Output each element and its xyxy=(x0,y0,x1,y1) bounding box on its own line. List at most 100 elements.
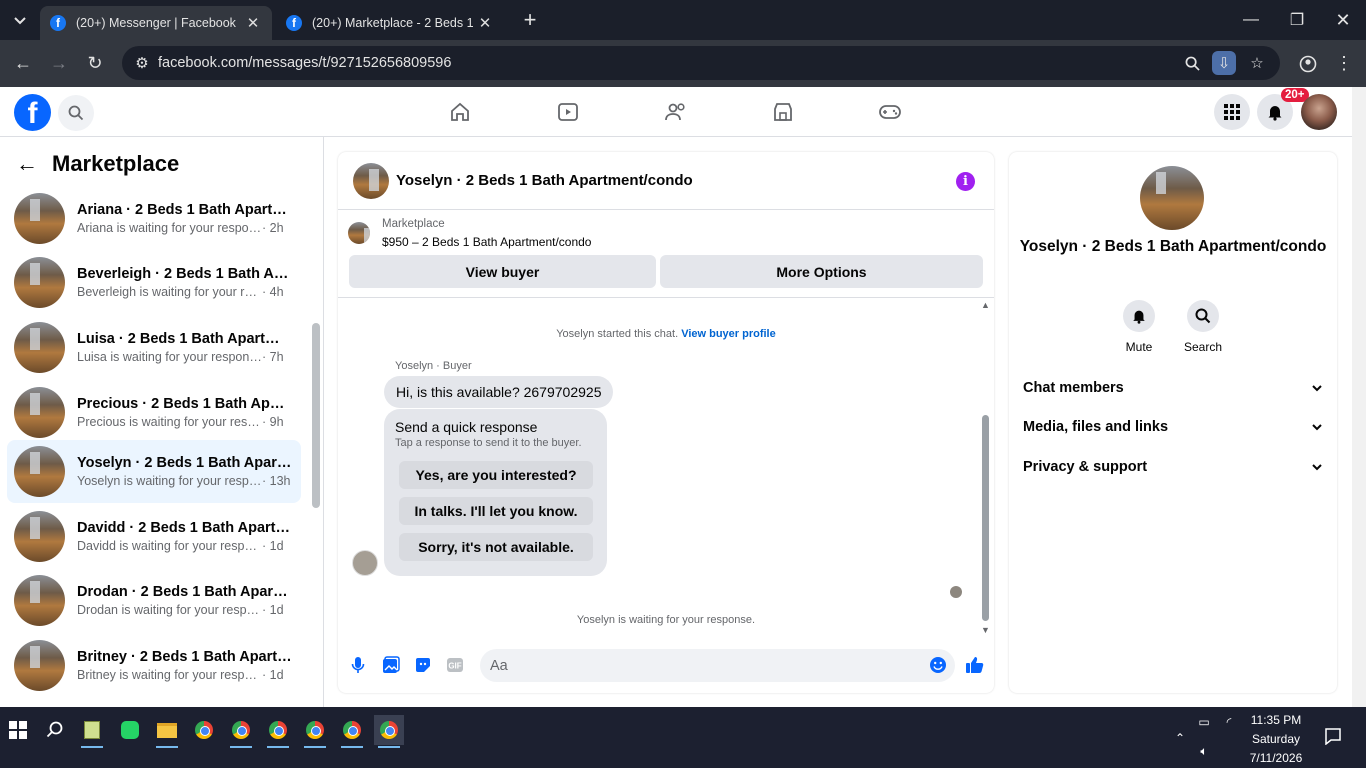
chrome-icon[interactable] xyxy=(263,715,293,748)
quick-response-option[interactable]: Yes, are you interested? xyxy=(399,461,593,489)
gaming-icon[interactable] xyxy=(877,99,903,125)
message-bubble[interactable]: Hi, is this available? 2679702925 xyxy=(384,376,614,408)
sticker-icon[interactable] xyxy=(412,654,434,676)
account-avatar[interactable] xyxy=(1301,94,1337,130)
details-avatar[interactable] xyxy=(1140,166,1204,230)
video-icon[interactable] xyxy=(555,99,581,125)
conversation-item[interactable]: Luisa · 2 Beds 1 Bath Apartment/condo Lu… xyxy=(7,316,301,379)
site-settings-icon[interactable]: ⚙ xyxy=(130,51,154,75)
photo-icon[interactable] xyxy=(380,654,402,676)
clock-day: Saturday xyxy=(1251,732,1301,746)
profile-icon[interactable] xyxy=(1290,40,1326,87)
facebook-logo[interactable]: f xyxy=(14,94,51,131)
close-window-button[interactable]: ✕ xyxy=(1320,0,1366,40)
whatsapp-app-icon[interactable] xyxy=(115,715,145,745)
conversation-item[interactable]: Drodan · 2 Beds 1 Bath Apartment/condo D… xyxy=(7,569,301,632)
grid-icon xyxy=(1224,104,1240,120)
volume-icon[interactable]: 🔈︎ xyxy=(1189,736,1219,766)
tab-search-button[interactable] xyxy=(0,0,40,40)
close-tab-icon[interactable]: ✕ xyxy=(244,14,262,32)
notepad-app-icon[interactable] xyxy=(77,715,107,748)
section-privacy-support[interactable]: Privacy & support xyxy=(1023,459,1323,475)
clock[interactable]: 11:35 PM Saturday 7/11/2026 xyxy=(1240,711,1312,768)
search-icon xyxy=(46,721,63,738)
conversation-item[interactable]: Ariana · 2 Beds 1 Bath Apartment/condo A… xyxy=(7,187,301,250)
chat-started-text: Yoselyn started this chat. xyxy=(556,328,679,340)
search-action[interactable]: Search xyxy=(1173,300,1233,354)
section-media-files-links[interactable]: Media, files and links xyxy=(1023,419,1323,435)
thumbs-up-icon[interactable] xyxy=(964,654,986,676)
chrome-icon[interactable] xyxy=(337,715,367,748)
mute-action[interactable]: Mute xyxy=(1109,300,1169,354)
minimize-button[interactable]: — xyxy=(1228,0,1274,40)
quick-response-card: Send a quick response Tap a response to … xyxy=(384,409,607,576)
clock-date: 7/11/2026 xyxy=(1249,751,1303,765)
sender-avatar[interactable] xyxy=(352,550,378,576)
file-explorer-icon[interactable] xyxy=(152,715,182,748)
listing-thumbnail xyxy=(14,446,65,497)
section-chat-members[interactable]: Chat members xyxy=(1023,380,1323,396)
chrome-icon-active[interactable] xyxy=(374,715,404,748)
facebook-search-button[interactable] xyxy=(58,95,94,131)
back-arrow-icon[interactable]: ← xyxy=(16,151,38,177)
url-text[interactable]: facebook.com/messages/t/927152656809596 xyxy=(158,55,451,71)
tab-messenger[interactable]: f (20+) Messenger | Facebook ✕ xyxy=(40,6,272,40)
install-app-icon[interactable]: ⇩ xyxy=(1212,51,1236,75)
zoom-icon[interactable] xyxy=(1180,51,1204,75)
listing-thumbnail xyxy=(14,193,65,244)
marketplace-header: ← Marketplace xyxy=(16,151,179,177)
conversation-time: · 9h xyxy=(262,415,284,429)
start-button[interactable] xyxy=(3,715,33,745)
home-icon[interactable] xyxy=(447,99,473,125)
view-buyer-button[interactable]: View buyer xyxy=(349,255,656,288)
marketplace-icon[interactable] xyxy=(770,99,796,125)
listing-info[interactable]: Marketplace $950 – 2 Beds 1 Bath Apartme… xyxy=(348,218,591,249)
page-scrollbar[interactable] xyxy=(1352,87,1366,707)
gif-icon[interactable]: GIF xyxy=(444,654,466,676)
seen-indicator-avatar xyxy=(950,586,962,598)
conversation-item-active[interactable]: Yoselyn · 2 Beds 1 Bath Apartment/condo … xyxy=(7,440,301,503)
microphone-icon[interactable] xyxy=(347,654,369,676)
tab-marketplace[interactable]: f (20+) Marketplace - 2 Beds 1 Bath ✕ xyxy=(276,6,504,40)
chrome-icon[interactable] xyxy=(189,715,219,745)
forward-button[interactable]: → xyxy=(41,40,77,87)
back-button[interactable]: ← xyxy=(5,40,41,87)
friends-icon[interactable] xyxy=(663,99,689,125)
scroll-down-arrow-icon[interactable]: ▼ xyxy=(981,625,990,635)
conversation-item[interactable]: Davidd · 2 Beds 1 Bath Apartment/condo D… xyxy=(7,505,301,568)
chat-title[interactable]: Yoselyn · 2 Beds 1 Bath Apartment/condo xyxy=(396,172,693,189)
quick-response-option[interactable]: In talks. I'll let you know. xyxy=(399,497,593,525)
chrome-icon[interactable] xyxy=(300,715,330,748)
quick-response-option[interactable]: Sorry, it's not available. xyxy=(399,533,593,561)
reload-button[interactable]: ↻ xyxy=(77,40,113,87)
conversation-item[interactable]: Precious · 2 Beds 1 Bath Apartment/condo… xyxy=(7,381,301,444)
conversation-status: Drodan is waiting for your response. xyxy=(77,603,262,617)
taskbar-search-button[interactable] xyxy=(40,715,70,745)
address-bar-row: ← → ↻ ⚙ facebook.com/messages/t/92715265… xyxy=(0,40,1366,87)
close-tab-icon[interactable]: ✕ xyxy=(476,14,494,32)
notification-center-icon[interactable] xyxy=(1318,721,1348,751)
emoji-icon[interactable] xyxy=(927,654,949,676)
bookmark-star-icon[interactable]: ☆ xyxy=(1245,51,1269,75)
listing-thumbnail xyxy=(14,575,65,626)
restore-button[interactable]: ❐ xyxy=(1274,0,1320,40)
scroll-up-arrow-icon[interactable]: ▲ xyxy=(981,300,990,310)
info-icon[interactable]: i xyxy=(956,172,975,191)
conversation-name: Davidd · 2 Beds 1 Bath Apartment/condo xyxy=(77,520,292,536)
message-input[interactable] xyxy=(480,649,955,682)
view-buyer-profile-link[interactable]: View buyer profile xyxy=(681,328,776,340)
more-options-button[interactable]: More Options xyxy=(660,255,983,288)
conversation-list-scrollbar[interactable] xyxy=(312,323,320,508)
chrome-icon[interactable] xyxy=(226,715,256,748)
chat-panel: Yoselyn · 2 Beds 1 Bath Apartment/condo … xyxy=(338,152,994,693)
conversation-item[interactable]: Britney · 2 Beds 1 Bath Apartment/condo … xyxy=(7,634,301,697)
chevron-down-icon xyxy=(1312,464,1322,471)
new-tab-button[interactable]: + xyxy=(508,0,552,40)
browser-menu-icon[interactable]: ⋮ xyxy=(1326,40,1362,87)
chat-avatar[interactable] xyxy=(353,162,389,199)
conversation-name: Yoselyn · 2 Beds 1 Bath Apartment/condo xyxy=(77,455,292,471)
menu-grid-button[interactable] xyxy=(1214,94,1250,130)
chat-scrollbar-thumb[interactable] xyxy=(982,415,989,621)
conversation-item[interactable]: Beverleigh · 2 Beds 1 Bath Apartment/con… xyxy=(7,251,301,314)
omnibox[interactable]: ⚙ facebook.com/messages/t/92715265680959… xyxy=(122,46,1280,80)
